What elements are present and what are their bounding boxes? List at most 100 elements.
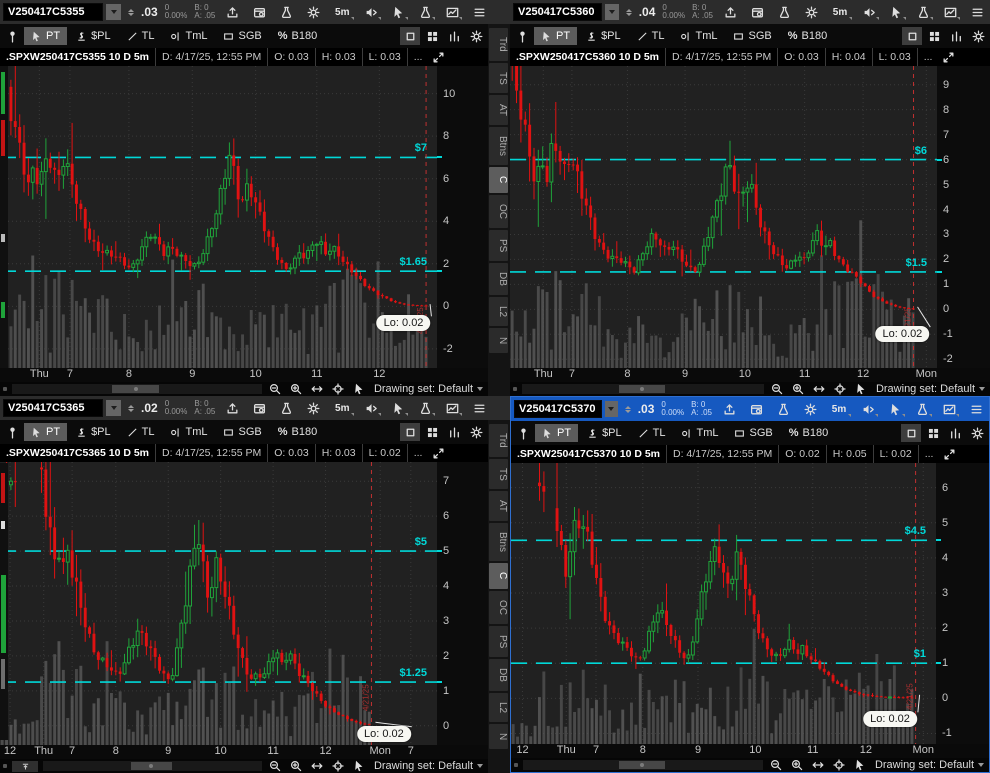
price-chart[interactable]: 4/21/25$7 $1.65 Lo: 0.02 <box>0 66 437 368</box>
sidebar-tab-ps[interactable]: PS <box>489 229 508 262</box>
single-chart-icon[interactable] <box>901 424 921 442</box>
spl-tool-button[interactable]: $PL <box>580 424 629 442</box>
symbol-dropdown-button[interactable] <box>106 400 121 416</box>
pt-tool-button[interactable]: PT <box>534 27 578 45</box>
time-scrollbar[interactable] <box>12 384 262 394</box>
symbol-dropdown-button[interactable] <box>106 4 121 20</box>
sidebar-tab-oc[interactable]: OC <box>489 194 508 228</box>
pan-horizontal-icon[interactable] <box>810 759 826 772</box>
b180-tool-button[interactable]: % B180 <box>271 27 324 45</box>
chart-canvas[interactable]: 4/21/25 <box>0 462 437 745</box>
drawing-set-selector[interactable]: Drawing set: Default <box>374 383 483 395</box>
pattern-icon[interactable] <box>940 3 960 21</box>
chart-canvas[interactable]: 4/21/25 <box>511 463 936 744</box>
sidebar-tab-btns[interactable]: Btns <box>489 523 508 562</box>
sidebar-tab-l2[interactable]: L2 <box>489 296 508 327</box>
gear-icon[interactable] <box>801 3 821 21</box>
zoom-in-icon[interactable] <box>288 383 304 396</box>
sidebar-tab-db[interactable]: DB <box>489 659 508 691</box>
crosshair-icon[interactable] <box>330 760 346 773</box>
pin-icon[interactable] <box>2 27 22 45</box>
scrollbar-thumb[interactable] <box>111 385 160 393</box>
grid-layout-icon[interactable] <box>422 423 442 441</box>
chart-canvas[interactable]: 4/21/25 <box>0 66 437 368</box>
crosshair-icon[interactable] <box>330 383 346 396</box>
sgb-tool-button[interactable]: SGB <box>726 27 778 45</box>
sgb-tool-button[interactable]: SGB <box>216 27 268 45</box>
spl-tool-button[interactable]: $PL <box>579 27 628 45</box>
calendar-clock-icon[interactable] <box>249 399 269 417</box>
zoom-in-icon[interactable] <box>288 760 304 773</box>
symbol-input[interactable]: V250417C5365 <box>3 399 103 417</box>
chart-settings-gear-icon[interactable] <box>967 424 987 442</box>
sgb-tool-button[interactable]: SGB <box>727 424 779 442</box>
flask-studies-icon[interactable] <box>415 399 436 417</box>
x-axis[interactable]: Thu 7 8 9 10 11 12 <box>0 368 437 382</box>
timeframe-button[interactable]: 5m <box>827 400 851 418</box>
flask-studies-icon[interactable] <box>913 3 933 21</box>
tml-tool-button[interactable]: TmL <box>674 424 725 442</box>
zoom-in-icon[interactable] <box>789 759 805 772</box>
chart-settings-gear-icon[interactable] <box>968 27 988 45</box>
sidebar-tab-trd[interactable]: Trd <box>489 28 508 61</box>
more-cell[interactable]: ... <box>916 48 939 66</box>
auto-scale-icon[interactable] <box>428 48 448 66</box>
sidebar-tab-c[interactable]: C <box>489 563 508 589</box>
gear-icon[interactable] <box>303 3 323 21</box>
share-icon[interactable] <box>719 400 739 418</box>
tl-tool-button[interactable]: TL <box>120 423 162 441</box>
flask-icon[interactable] <box>774 3 794 21</box>
share-icon[interactable] <box>222 3 242 21</box>
alert-speaker-icon[interactable] <box>361 399 382 417</box>
auto-scale-icon[interactable] <box>938 48 958 66</box>
tl-tool-button[interactable]: TL <box>631 424 673 442</box>
alert-speaker-icon[interactable] <box>858 400 878 418</box>
flask-studies-icon[interactable] <box>912 400 932 418</box>
tml-tool-button[interactable]: TmL <box>673 27 724 45</box>
grid-layout-icon[interactable] <box>422 27 442 45</box>
gear-icon[interactable] <box>303 399 323 417</box>
cursor-tool-icon[interactable] <box>885 400 905 418</box>
tl-tool-button[interactable]: TL <box>630 27 672 45</box>
sidebar-tab-n[interactable]: N <box>489 328 508 354</box>
sidebar-tab-ts[interactable]: TS <box>489 62 508 94</box>
cursor-icon[interactable] <box>351 760 367 773</box>
cursor-tool-icon[interactable] <box>388 3 409 21</box>
price-chart[interactable]: 4/21/25 $6 $1.5 Lo: 0.02 <box>510 66 937 368</box>
more-cell[interactable]: ... <box>406 444 429 462</box>
jump-to-start-button[interactable] <box>12 760 38 772</box>
b180-tool-button[interactable]: % B180 <box>782 424 835 442</box>
more-cell[interactable]: ... <box>406 48 429 66</box>
scroll-left-button[interactable] <box>3 387 7 391</box>
cursor-icon[interactable] <box>853 383 869 396</box>
b180-tool-button[interactable]: % B180 <box>781 27 834 45</box>
calendar-clock-icon[interactable] <box>747 3 767 21</box>
scrollbar-thumb[interactable] <box>130 762 173 770</box>
price-chart[interactable]: 4/21/25 $5 $1.25 Lo: 0.02 <box>0 462 437 745</box>
tml-tool-button[interactable]: TmL <box>163 27 214 45</box>
sidebar-tab-c[interactable]: C <box>489 167 508 193</box>
y-axis[interactable]: 7 6 5 4 3 2 1 0 <box>437 462 488 745</box>
fit-bars-icon[interactable] <box>945 424 965 442</box>
zoom-out-icon[interactable] <box>768 759 784 772</box>
tl-tool-button[interactable]: TL <box>120 27 162 45</box>
chart-settings-gear-icon[interactable] <box>466 423 486 441</box>
flask-icon[interactable] <box>276 3 296 21</box>
sidebar-tab-db[interactable]: DB <box>489 263 508 295</box>
x-axis[interactable]: 12 Thu 7 8 9 10 11 12 Mon 7 <box>0 745 437 759</box>
gear-icon[interactable] <box>800 400 820 418</box>
sidebar-tab-n[interactable]: N <box>489 724 508 750</box>
menu-icon[interactable] <box>967 3 987 21</box>
drawing-set-selector[interactable]: Drawing set: Default <box>875 759 984 771</box>
pin-icon[interactable] <box>512 27 532 45</box>
symbol-input[interactable]: V250417C5360 <box>513 3 603 21</box>
price-chart[interactable]: 4/21/25 $4.5 $1 Lo: 0.02 <box>511 463 936 744</box>
sidebar-tab-at[interactable]: AT <box>489 491 508 522</box>
x-axis[interactable]: Thu 7 8 9 10 11 12 Mon <box>510 368 937 382</box>
pan-horizontal-icon[interactable] <box>309 383 325 396</box>
zoom-in-icon[interactable] <box>790 383 806 396</box>
menu-icon[interactable] <box>469 3 489 21</box>
crosshair-icon[interactable] <box>832 383 848 396</box>
x-axis[interactable]: 12 Thu 7 8 9 10 11 12 Mon <box>511 744 936 758</box>
scroll-left-button[interactable] <box>3 764 7 768</box>
